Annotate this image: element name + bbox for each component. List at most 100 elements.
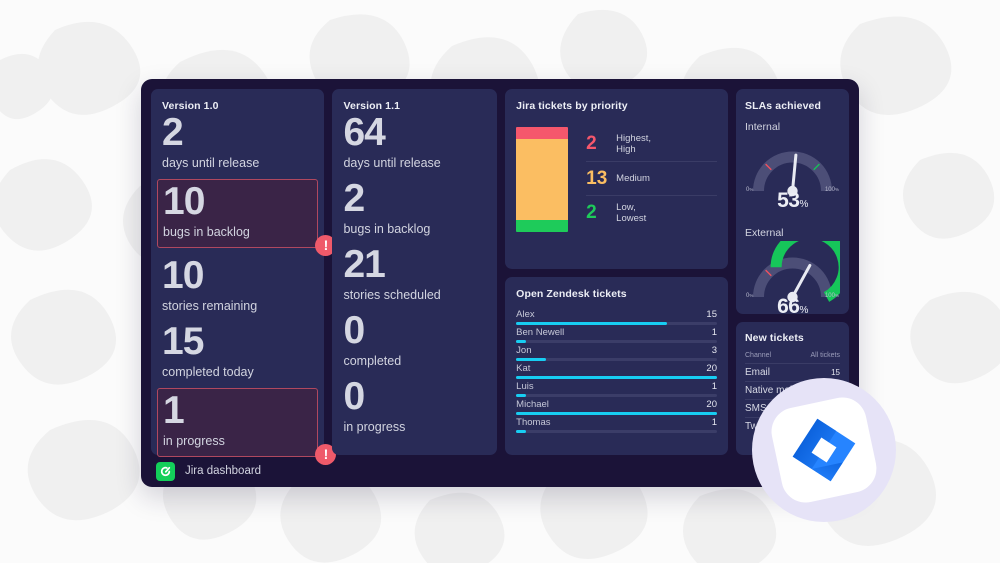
metric-bugs-in-backlog[interactable]: 10 bugs in backlog !: [157, 179, 337, 256]
zendesk-row[interactable]: Thomas 1: [516, 417, 717, 433]
footer-label: Jira dashboard: [185, 465, 262, 477]
zendesk-ticket-count: 1: [711, 327, 717, 338]
legend-label: Highest, High: [616, 133, 651, 155]
metric-value: 15: [162, 320, 204, 363]
metric-bugs-in-backlog: 2 bugs in backlog: [343, 178, 486, 244]
priority-chart: 2 Highest, High 13 Medium 2 Low, Lowest: [516, 127, 717, 232]
zendesk-ticket-count: 20: [706, 363, 717, 374]
zendesk-agent-name: Thomas: [516, 417, 551, 428]
zendesk-bar-track: [516, 340, 717, 343]
refresh-loop-icon: [156, 461, 175, 481]
new-tickets-channel: Email: [745, 367, 771, 378]
metric-label: bugs in backlog: [343, 222, 431, 236]
panel-slas-achieved[interactable]: SLAs achieved Internal 0% 100% 53% Exter…: [736, 89, 849, 318]
gauge-label-internal: Internal: [745, 121, 781, 133]
metric-days-until-release: 64 days until release: [343, 112, 486, 178]
legend-row-low-lowest: 2 Low, Lowest: [586, 195, 717, 229]
zendesk-bar-track: [516, 376, 717, 379]
zendesk-row-top: Kat 20: [516, 363, 717, 374]
gauge-external: 0% 100% 66%: [745, 241, 840, 318]
zendesk-row-top: Ben Newell 1: [516, 327, 717, 338]
zendesk-row[interactable]: Jon 3: [516, 345, 717, 361]
zendesk-ticket-count: 20: [706, 399, 717, 410]
zendesk-row[interactable]: Michael 20: [516, 399, 717, 415]
legend-row-medium: 13 Medium: [586, 161, 717, 195]
metric-label: days until release: [162, 156, 260, 170]
bar-segment-medium: [516, 139, 569, 220]
metric-completed-today: 15 completed today: [162, 321, 313, 387]
zendesk-ticket-count: 3: [711, 345, 717, 356]
legend-label-line1: Low,: [616, 201, 636, 213]
zendesk-ticket-count: 1: [711, 417, 717, 428]
metric-in-progress[interactable]: 1 in progress !: [157, 388, 337, 465]
zendesk-agent-name: Kat: [516, 363, 531, 374]
zendesk-agent-name: Ben Newell: [516, 327, 565, 338]
zendesk-row-top: Alex 15: [516, 309, 717, 320]
zendesk-row-top: Michael 20: [516, 399, 717, 410]
col-header-all-tickets: All tickets: [810, 352, 840, 359]
zendesk-row[interactable]: Kat 20: [516, 363, 717, 379]
jira-logo: [752, 378, 896, 522]
stacked-bar: [516, 127, 569, 232]
metric-stories-scheduled: 21 stories scheduled: [343, 244, 486, 310]
new-tickets-count: 15: [831, 368, 840, 377]
zendesk-bar-fill: [516, 358, 547, 361]
zendesk-row-top: Thomas 1: [516, 417, 717, 428]
metric-value: 1: [163, 389, 185, 432]
zendesk-bar-fill: [516, 394, 527, 397]
zendesk-row[interactable]: Luis 1: [516, 381, 717, 397]
metric-days-until-release: 2 days until release: [162, 112, 313, 178]
zendesk-bar-track: [516, 394, 717, 397]
metric-value: 21: [343, 243, 385, 286]
new-tickets-header: Channel All tickets: [745, 352, 840, 359]
bar-segment-high: [516, 127, 569, 139]
zendesk-agent-name: Jon: [516, 345, 532, 356]
legend-value: 13: [586, 167, 608, 189]
gauge-value-internal: 53%: [745, 189, 840, 213]
panel-jira-tickets-by-priority[interactable]: Jira tickets by priority 2 Highest, High: [505, 89, 728, 269]
dashboard-footer: Jira dashboard: [151, 455, 849, 487]
legend-label-line2: Lowest: [616, 212, 647, 224]
panel-title-priority: Jira tickets by priority: [516, 100, 628, 112]
zendesk-bar-track: [516, 412, 717, 415]
gauge-unit: %: [799, 199, 808, 210]
panel-version-1-1[interactable]: Version 1.1 64 days until release 2 bugs…: [332, 89, 498, 455]
metric-value: 2: [162, 111, 184, 154]
legend-label-line2: High: [616, 144, 636, 155]
panel-title-zendesk: Open Zendesk tickets: [516, 288, 627, 300]
col-header-channel: Channel: [745, 352, 772, 359]
metric-label: stories scheduled: [343, 288, 441, 302]
zendesk-bar-fill: [516, 430, 527, 433]
metric-label: completed: [343, 354, 402, 368]
zendesk-bar-fill: [516, 376, 717, 379]
middle-column: Jira tickets by priority 2 Highest, High: [505, 89, 728, 455]
panel-version-1-0[interactable]: Version 1.0 2 days until release 10 bugs…: [151, 89, 337, 465]
zendesk-agent-name: Alex: [516, 309, 535, 320]
metric-label: days until release: [343, 156, 441, 170]
gauge-number: 66: [777, 295, 800, 318]
legend-value: 2: [586, 133, 597, 154]
legend-row-highest-high: 2 Highest, High: [586, 127, 717, 161]
panel-title-new-tickets: New tickets: [745, 332, 804, 344]
panel-open-zendesk-tickets[interactable]: Open Zendesk tickets Alex 15 Ben Newell 1 Jo…: [505, 277, 728, 455]
panel-title-slas: SLAs achieved: [745, 100, 821, 112]
metric-label: in progress: [163, 434, 225, 448]
metric-completed: 0 completed: [343, 310, 486, 376]
metric-label: completed today: [162, 365, 254, 379]
gauge-label-external: External: [745, 227, 784, 239]
metric-label: stories remaining: [162, 299, 258, 313]
metric-stories-remaining: 10 stories remaining: [162, 255, 313, 321]
zendesk-row-top: Luis 1: [516, 381, 717, 392]
zendesk-bar-fill: [516, 340, 527, 343]
metric-value: 10: [163, 180, 205, 223]
zendesk-list: Alex 15 Ben Newell 1 Jon 3 Kat 20 Luis 1 Michael 20…: [516, 309, 717, 433]
priority-legend: 2 Highest, High 13 Medium 2 Low, Lowest: [586, 127, 717, 232]
zendesk-row-top: Jon 3: [516, 345, 717, 356]
metric-value: 2: [343, 177, 365, 220]
metric-value: 0: [343, 375, 365, 418]
zendesk-row[interactable]: Alex 15: [516, 309, 717, 325]
gauge-number: 53: [777, 189, 800, 212]
zendesk-row[interactable]: Ben Newell 1: [516, 327, 717, 343]
gauge-internal: 0% 100% 53%: [745, 135, 840, 212]
zendesk-ticket-count: 1: [711, 381, 717, 392]
